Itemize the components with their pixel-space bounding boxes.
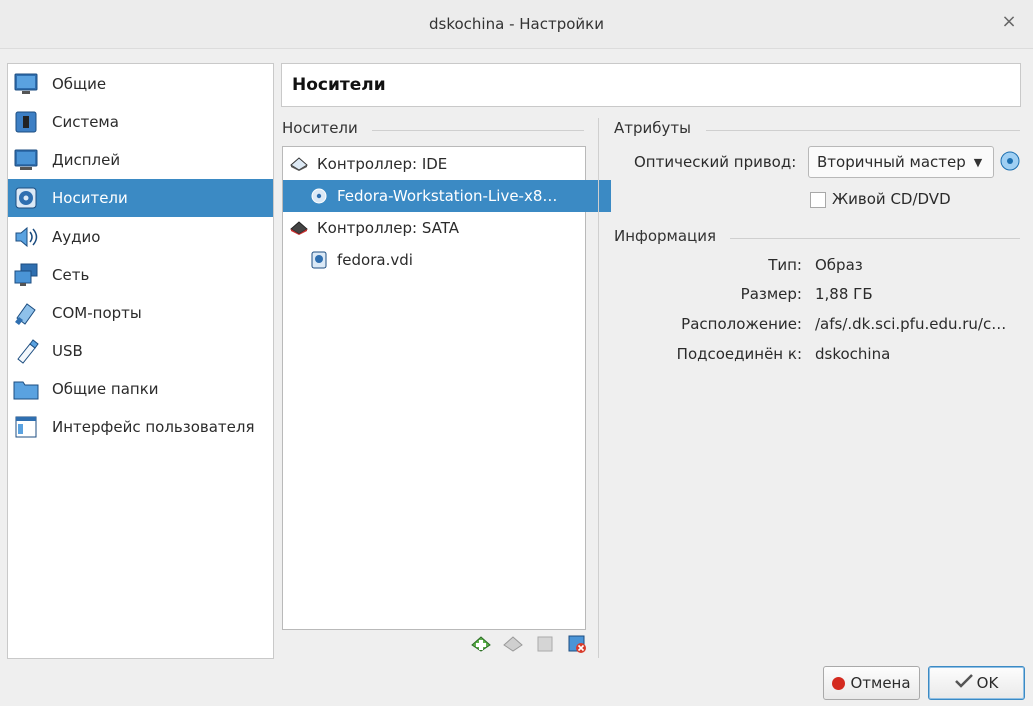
storage-group-label: Носители <box>282 119 366 137</box>
info-location-key: Расположение: <box>681 315 802 333</box>
sidebar-item-network[interactable]: Сеть <box>8 256 273 294</box>
info-attached-value: dskochina <box>815 345 891 363</box>
ui-window-icon <box>12 413 40 441</box>
panel-divider <box>598 118 599 658</box>
sidebar-item-user-interface[interactable]: Интерфейс пользователя <box>8 408 273 446</box>
choose-disk-button[interactable] <box>999 150 1021 172</box>
tree-item-label: Контроллер: SATA <box>317 219 459 237</box>
tree-item-hard-disk[interactable]: fedora.vdi <box>283 244 611 276</box>
sidebar-item-shared-folders[interactable]: Общие папки <box>8 370 273 408</box>
usb-icon <box>12 337 40 365</box>
monitor-icon <box>12 70 40 98</box>
display-icon <box>12 146 40 174</box>
disc-chooser-icon <box>1000 151 1020 171</box>
page-header: Носители <box>281 63 1021 107</box>
close-button[interactable]: × <box>999 12 1019 32</box>
live-cd-checkbox[interactable] <box>810 192 826 208</box>
optical-drive-label: Оптический привод: <box>634 153 797 171</box>
tree-item-label: Fedora-Workstation-Live-x8… <box>337 187 558 205</box>
sidebar-item-display[interactable]: Дисплей <box>8 141 273 179</box>
sidebar-item-storage[interactable]: Носители <box>8 179 273 217</box>
tree-item-label: fedora.vdi <box>337 251 413 269</box>
info-size-value: 1,88 ГБ <box>815 285 873 303</box>
ok-button-label: OK <box>976 674 999 692</box>
group-divider <box>706 130 1020 131</box>
optical-disc-icon <box>309 186 329 206</box>
optical-drive-value: Вторичный мастер <box>817 153 966 171</box>
controller-icon <box>289 154 309 174</box>
tree-toolbar <box>470 633 588 655</box>
info-type-key: Тип: <box>768 256 802 274</box>
live-cd-label: Живой CD/DVD <box>832 190 951 208</box>
tree-item-sata-controller[interactable]: Контроллер: SATA <box>283 212 591 244</box>
serial-port-icon <box>12 299 40 327</box>
remove-controller-icon[interactable] <box>566 633 588 655</box>
sidebar-item-label: Система <box>52 113 119 131</box>
sidebar-item-system[interactable]: Система <box>8 103 273 141</box>
remove-attachment-icon[interactable] <box>534 633 556 655</box>
group-divider <box>372 130 584 131</box>
sidebar-item-label: Сеть <box>52 266 90 284</box>
sidebar-item-label: COM-порты <box>52 304 142 322</box>
controller-icon <box>289 218 309 238</box>
add-attachment-icon[interactable] <box>502 633 524 655</box>
storage-tree[interactable]: Контроллер: IDE Fedora-Workstation-Live-… <box>282 146 611 630</box>
info-location-value: /afs/.dk.sci.pfu.edu.ru/c… <box>815 315 1007 333</box>
tree-item-label: Контроллер: IDE <box>317 155 448 173</box>
sidebar-item-com-ports[interactable]: COM-порты <box>8 294 273 332</box>
cancel-button[interactable]: Отмена <box>823 666 920 700</box>
sidebar-item-label: Носители <box>52 189 128 207</box>
add-controller-icon[interactable] <box>470 633 492 655</box>
chip-icon <box>12 108 40 136</box>
cancel-button-label: Отмена <box>850 674 911 692</box>
sidebar-item-label: Интерфейс пользователя <box>52 418 255 436</box>
info-attached-key: Подсоединён к: <box>676 345 802 363</box>
sidebar-item-label: USB <box>52 342 83 360</box>
group-divider <box>730 238 1020 239</box>
info-type-value: Образ <box>815 256 863 274</box>
attributes-group-label: Атрибуты <box>614 119 699 137</box>
sidebar-item-audio[interactable]: Аудио <box>8 218 273 256</box>
folder-icon <box>12 375 40 403</box>
tree-item-ide-controller[interactable]: Контроллер: IDE <box>283 148 591 180</box>
sidebar-item-usb[interactable]: USB <box>8 332 273 370</box>
info-size-key: Размер: <box>740 285 802 303</box>
sidebar-item-label: Аудио <box>52 228 101 246</box>
ok-button[interactable]: OK <box>928 666 1025 700</box>
sidebar-item-label: Дисплей <box>52 151 121 169</box>
storage-disc-icon <box>12 184 40 212</box>
sidebar-item-general[interactable]: Общие <box>8 65 273 103</box>
network-icon <box>12 261 40 289</box>
window-title: dskochina - Настройки <box>429 15 604 33</box>
checkmark-icon <box>954 674 973 692</box>
tree-item-optical-disc[interactable]: Fedora-Workstation-Live-x8… <box>283 180 611 212</box>
sidebar-item-label: Общие <box>52 75 107 93</box>
chevron-down-icon: ▼ <box>973 155 983 169</box>
settings-sidebar: Общие Система Дисплей Носители Аудио Сет… <box>7 63 274 659</box>
speaker-icon <box>12 223 40 251</box>
optical-drive-select[interactable]: Вторичный мастер ▼ <box>808 146 994 178</box>
title-bar: dskochina - Настройки × <box>0 0 1033 49</box>
hard-disk-icon <box>309 250 329 270</box>
sidebar-item-label: Общие папки <box>52 380 159 398</box>
cancel-icon <box>832 676 846 690</box>
page-title: Носители <box>292 75 386 95</box>
information-group-label: Информация <box>614 227 725 245</box>
